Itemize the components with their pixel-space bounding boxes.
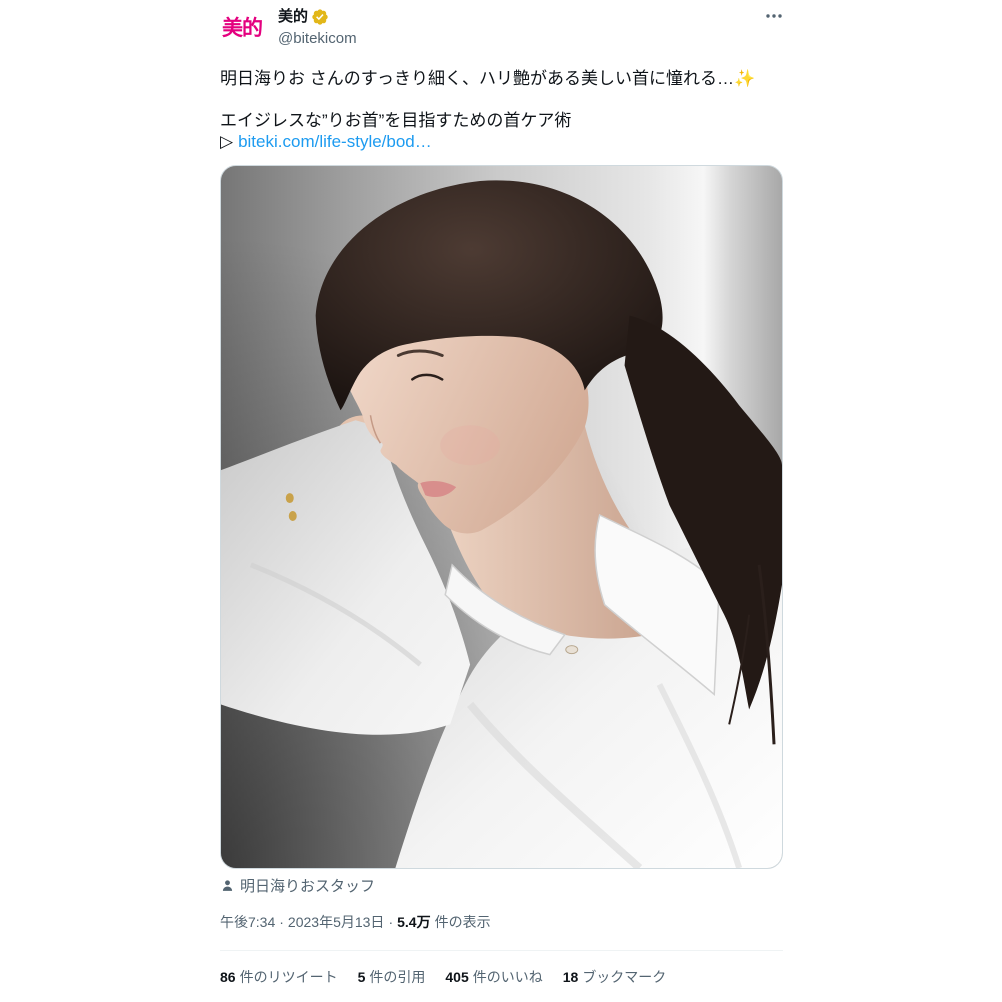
tagged-user-name: 明日海りおスタッフ [240,877,376,895]
photo-cheek-blush [440,425,501,466]
stat-label: 件のリツイート [239,969,338,985]
photo-image [221,166,782,868]
avatar[interactable]: 美的 [218,4,266,52]
article-link[interactable]: biteki.com/life-style/bod… [238,132,432,151]
stat-count: 18 [562,969,579,985]
tweet: 美的 美的 @bitekicom 明日海りお さんのすっきり細く、ハリ艶がある美… [0,0,1002,1002]
stat-count: 405 [445,969,469,985]
tweet-photo[interactable] [220,165,783,869]
person-icon-body [222,886,233,891]
bookmarks-stat[interactable]: 18 ブックマーク [563,967,667,987]
views-label: 件の表示 [434,914,491,930]
stat-count: 5 [357,969,366,985]
stat-label: ブックマーク [582,969,667,985]
stat-count: 86 [220,969,236,985]
post-time[interactable]: 午後7:34 [220,912,275,932]
tagged-user[interactable]: 明日海りおスタッフ [221,876,376,895]
post-date[interactable]: 2023年5月13日 [288,912,385,932]
meta-separator: · [388,914,394,930]
tweet-text-blank-line [220,89,783,110]
quotes-stat[interactable]: 5 件の引用 [358,967,426,987]
author-handle[interactable]: @bitekicom [278,28,357,50]
verified-badge-icon[interactable] [311,8,329,26]
display-name[interactable]: 美的 [278,6,308,28]
verified-badge-shape [312,9,328,25]
person-icon-head [225,879,230,885]
author-info: 美的 @bitekicom [278,6,357,50]
tweet-text-line: 明日海りお さんのすっきり細く、ハリ艶がある美しい首に憧れる…✨ [220,69,756,88]
photo-cuff-button [288,511,297,521]
more-horizontal-icon[interactable] [764,6,784,26]
likes-stat[interactable]: 405 件のいいね [445,967,542,987]
more-dot [778,14,782,18]
photo-shirt-button [565,645,579,655]
stat-label: 件のいいね [472,969,543,985]
meta-separator: · [279,914,284,930]
more-dot [772,14,776,18]
photo-cuff-button [285,493,294,504]
avatar-logo: 美的 [222,15,263,40]
tweet-link-line: ▷ biteki.com/life-style/bod… [220,131,783,152]
retweets-stat[interactable]: 86 件のリツイート [220,967,338,987]
person-icon [222,879,233,891]
engagement-stats: 86 件のリツイート 5 件の引用 405 件のいいね 18 ブックマーク [220,967,686,987]
divider [220,950,783,951]
author-name-row[interactable]: 美的 [278,6,357,28]
stat-label: 件の引用 [369,969,426,985]
tweet-text: 明日海りお さんのすっきり細く、ハリ艶がある美しい首に憧れる…✨ エイジレスな”… [220,68,783,152]
link-prefix-triangle: ▷ [220,132,234,151]
views-count[interactable]: 5.4万 [397,912,430,932]
tweet-meta: 午後7:34 · 2023年5月13日 · 5.4万 件の表示 [220,912,491,932]
more-dot [766,14,770,18]
tweet-text-line: エイジレスな”りお首”を目指すための首ケア術 [220,111,572,130]
